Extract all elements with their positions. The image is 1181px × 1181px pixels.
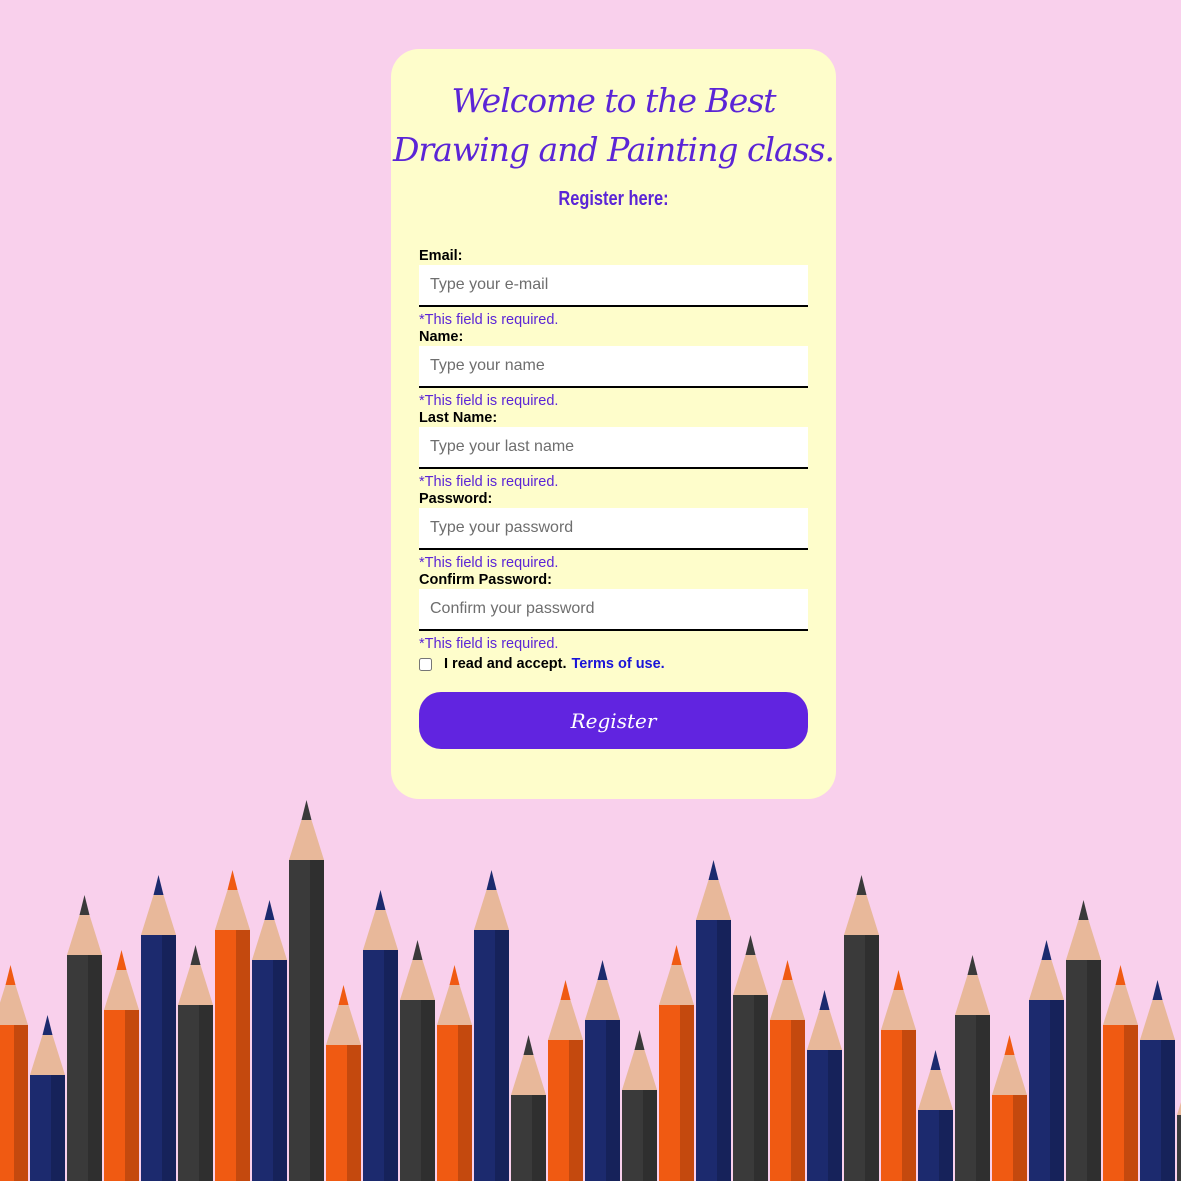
confirm-password-error: *This field is required. — [419, 636, 559, 652]
register-button[interactable]: Register — [419, 692, 808, 749]
password-field[interactable] — [419, 508, 808, 550]
terms-checkbox[interactable] — [419, 657, 432, 671]
name-field[interactable] — [419, 346, 808, 388]
last-name-label: Last Name: — [419, 410, 498, 426]
terms-of-use-link[interactable]: Terms of use. — [572, 656, 665, 672]
form-subtitle: Register here: — [558, 188, 669, 210]
registration-card: Welcome to the Best Drawing and Painting… — [391, 49, 836, 799]
name-label: Name: — [419, 329, 464, 345]
confirm-password-label: Confirm Password: — [419, 572, 552, 588]
last-name-error: *This field is required. — [419, 474, 559, 490]
password-error: *This field is required. — [419, 555, 559, 571]
email-label: Email: — [419, 248, 463, 264]
email-error: *This field is required. — [419, 312, 559, 328]
password-label: Password: — [419, 491, 493, 507]
terms-row: I read and accept. Terms of use. — [418, 655, 665, 673]
last-name-field[interactable] — [419, 427, 808, 469]
colored-pencils-illustration — [0, 800, 1181, 1181]
title-line-1: Welcome to the Best — [451, 81, 776, 120]
email-field[interactable] — [419, 265, 808, 307]
page-title: Welcome to the Best Drawing and Painting… — [391, 76, 836, 174]
confirm-password-field[interactable] — [419, 589, 808, 631]
name-error: *This field is required. — [419, 393, 559, 409]
terms-text: I read and accept. — [444, 656, 567, 672]
title-line-2: Drawing and Painting class. — [392, 130, 835, 169]
